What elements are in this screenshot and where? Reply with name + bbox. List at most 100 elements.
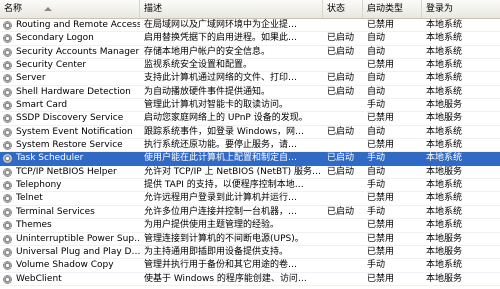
column-header-description-label: 描述 bbox=[144, 4, 163, 14]
table-row[interactable]: WebClient 使基于 Windows 的程序能创建、访问… 已禁用 本地服务 bbox=[0, 273, 500, 286]
service-logon-as: 本地系统 bbox=[426, 153, 463, 164]
service-startup-type: 手动 bbox=[367, 153, 386, 164]
service-gear-icon bbox=[3, 114, 12, 124]
service-description: 执行系统还原功能。要停止服务，请… bbox=[144, 140, 298, 151]
service-startup-type: 自动 bbox=[367, 46, 386, 57]
service-logon-as: 本地系统 bbox=[426, 60, 463, 71]
service-gear-icon bbox=[3, 21, 12, 30]
table-row[interactable]: Task Scheduler 使用户能在此计算机上配置和制定自… 已启动 手动 本地系统 bbox=[0, 152, 500, 166]
service-logon-as: 本地系统 bbox=[426, 206, 463, 217]
table-row[interactable]: Terminal Services 允许多位用户连接并控制一台机器，… 已启动 手动 本… bbox=[0, 206, 500, 220]
service-description: 使用户能在此计算机上配置和制定自… bbox=[144, 153, 298, 164]
service-logon-as: 本地系统 bbox=[426, 126, 463, 137]
table-row[interactable]: Security Center 监视系统安全设置和配置。 已禁用 本地系统 bbox=[0, 59, 500, 73]
table-row[interactable]: Security Accounts Manager 存储本地用户帐户的安全信息。 已… bbox=[0, 46, 500, 60]
service-name: System Event Notification bbox=[16, 126, 133, 137]
service-gear-icon bbox=[3, 141, 12, 151]
service-gear-icon bbox=[3, 87, 12, 97]
service-logon-as: 本地系统 bbox=[426, 46, 463, 57]
service-name: Smart Card bbox=[16, 100, 68, 111]
table-row[interactable]: Telephony 提供 TAPI 的支持，以便程序控制本地… 手动 本地系统 bbox=[0, 179, 500, 193]
service-startup-type: 已禁用 bbox=[367, 113, 395, 124]
table-row[interactable]: TCP/IP NetBIOS Helper 允许对 TCP/IP 上 NetBIO… bbox=[0, 166, 500, 180]
service-name: Routing and Remote Access bbox=[16, 20, 140, 30]
table-row[interactable]: SSDP Discovery Service 启动您家庭网络上的 UPnP 设备的… bbox=[0, 112, 500, 126]
table-row[interactable]: Themes 为用户提供使用主题管理的经验。 已禁用 本地系统 bbox=[0, 219, 500, 233]
service-logon-as: 本地系统 bbox=[426, 220, 463, 231]
service-status bbox=[327, 99, 363, 111]
service-description: 启动您家庭网络上的 UPnP 设备的发现。 bbox=[144, 113, 308, 124]
service-gear-icon bbox=[3, 47, 12, 57]
service-name: Server bbox=[16, 73, 46, 84]
service-startup-type: 已禁用 bbox=[367, 246, 395, 257]
service-name: System Restore Service bbox=[16, 140, 123, 151]
service-name: Volume Shadow Copy bbox=[16, 260, 114, 271]
table-row[interactable]: Secondary Logon 启用替换凭据下的启用进程。如果此… 已启动 自动 本地系… bbox=[0, 32, 500, 46]
service-status bbox=[327, 192, 363, 204]
service-gear-icon bbox=[3, 154, 12, 164]
service-logon-as: 本地服务 bbox=[426, 166, 463, 177]
service-logon-as: 本地系统 bbox=[426, 33, 463, 44]
table-row[interactable]: Shell Hardware Detection 为自动播放硬件事件提供通知。 已启… bbox=[0, 86, 500, 100]
table-row[interactable]: Volume Shadow Copy 管理并执行用于备份和其它用途的卷… 手动 本地系… bbox=[0, 259, 500, 273]
service-name: Security Center bbox=[16, 60, 87, 71]
services-list[interactable]: 名称 描述 状态 启动类型 登录为 Routing and Remote Acc… bbox=[0, 0, 500, 289]
service-name: SSDP Discovery Service bbox=[16, 113, 124, 124]
service-status bbox=[327, 233, 363, 245]
service-description: 为主持通用即插即用设备提供支持。 bbox=[144, 246, 289, 257]
service-description: 存储本地用户帐户的安全信息。 bbox=[144, 46, 271, 57]
column-header-description[interactable]: 描述 bbox=[140, 0, 323, 18]
service-logon-as: 本地系统 bbox=[426, 20, 463, 30]
table-row[interactable]: Universal Plug and Play D… 为主持通用即插即用设备提供支… bbox=[0, 246, 500, 260]
service-status bbox=[327, 259, 363, 271]
service-description: 允许多位用户连接并控制一台机器，… bbox=[144, 206, 298, 217]
service-name: Shell Hardware Detection bbox=[16, 86, 131, 97]
service-startup-type: 自动 bbox=[367, 86, 386, 97]
service-status bbox=[327, 139, 363, 151]
service-name: Telnet bbox=[16, 193, 43, 204]
service-description: 管理并执行用于备份和其它用途的卷… bbox=[144, 260, 298, 271]
table-row[interactable]: Smart Card 管理此计算机对智能卡的取读访问。 手动 本地服务 bbox=[0, 99, 500, 113]
service-startup-type: 已禁用 bbox=[367, 20, 395, 30]
column-header-startup-type[interactable]: 启动类型 bbox=[363, 0, 422, 18]
service-gear-icon bbox=[3, 221, 12, 231]
service-status: 已启动 bbox=[327, 166, 355, 177]
table-row[interactable]: Server 支持此计算机通过网络的文件、打印… 已启动 自动 本地系统 bbox=[0, 72, 500, 86]
service-gear-icon bbox=[3, 207, 12, 217]
service-logon-as: 本地服务 bbox=[426, 273, 463, 284]
column-header-logon-as[interactable]: 登录为 bbox=[422, 0, 500, 18]
service-status: 已启动 bbox=[327, 86, 355, 97]
column-header-status[interactable]: 状态 bbox=[323, 0, 363, 18]
service-startup-type: 自动 bbox=[367, 33, 386, 44]
service-startup-type: 手动 bbox=[367, 206, 386, 217]
sort-ascending-icon bbox=[44, 7, 52, 11]
table-row[interactable]: Telnet 允许远程用户登录到此计算机并运行… 已禁用 本地系统 bbox=[0, 192, 500, 206]
service-startup-type: 已禁用 bbox=[367, 220, 395, 231]
table-row[interactable]: Routing and Remote Access 在局域网以及广域网环境中为企业… bbox=[0, 19, 500, 33]
service-startup-type: 已禁用 bbox=[367, 193, 395, 204]
table-row[interactable]: System Event Notification 跟踪系统事件，如登录 Wind… bbox=[0, 126, 500, 140]
service-startup-type: 手动 bbox=[367, 100, 386, 111]
column-header-name[interactable]: 名称 bbox=[0, 0, 140, 18]
service-gear-icon bbox=[3, 247, 12, 257]
service-name: Task Scheduler bbox=[16, 153, 84, 164]
service-logon-as: 本地服务 bbox=[426, 233, 463, 244]
service-gear-icon bbox=[3, 74, 12, 84]
column-header-logon-as-label: 登录为 bbox=[426, 4, 454, 14]
service-name: Telephony bbox=[16, 180, 62, 191]
table-row[interactable]: Uninterruptible Power Sup… 管理连接到计算机的不间断电源… bbox=[0, 233, 500, 246]
column-header-startup-type-label: 启动类型 bbox=[367, 4, 404, 14]
service-description: 在局域网以及广域网环境中为企业提… bbox=[144, 20, 298, 30]
service-status: 已启动 bbox=[327, 206, 355, 217]
service-logon-as: 本地服务 bbox=[426, 113, 463, 124]
service-name: Terminal Services bbox=[16, 206, 95, 217]
service-status: 已启动 bbox=[327, 153, 355, 164]
service-startup-type: 已禁用 bbox=[367, 273, 395, 284]
service-logon-as: 本地服务 bbox=[426, 246, 463, 257]
service-gear-icon bbox=[3, 274, 12, 284]
service-description: 管理此计算机对智能卡的取读访问。 bbox=[144, 100, 289, 111]
service-gear-icon bbox=[3, 194, 12, 204]
table-row[interactable]: System Restore Service 执行系统还原功能。要停止服务，请… 已… bbox=[0, 139, 500, 153]
service-description: 允许对 TCP/IP 上 NetBIOS (NetBT) 服务… bbox=[144, 166, 322, 177]
service-startup-type: 手动 bbox=[367, 260, 386, 271]
